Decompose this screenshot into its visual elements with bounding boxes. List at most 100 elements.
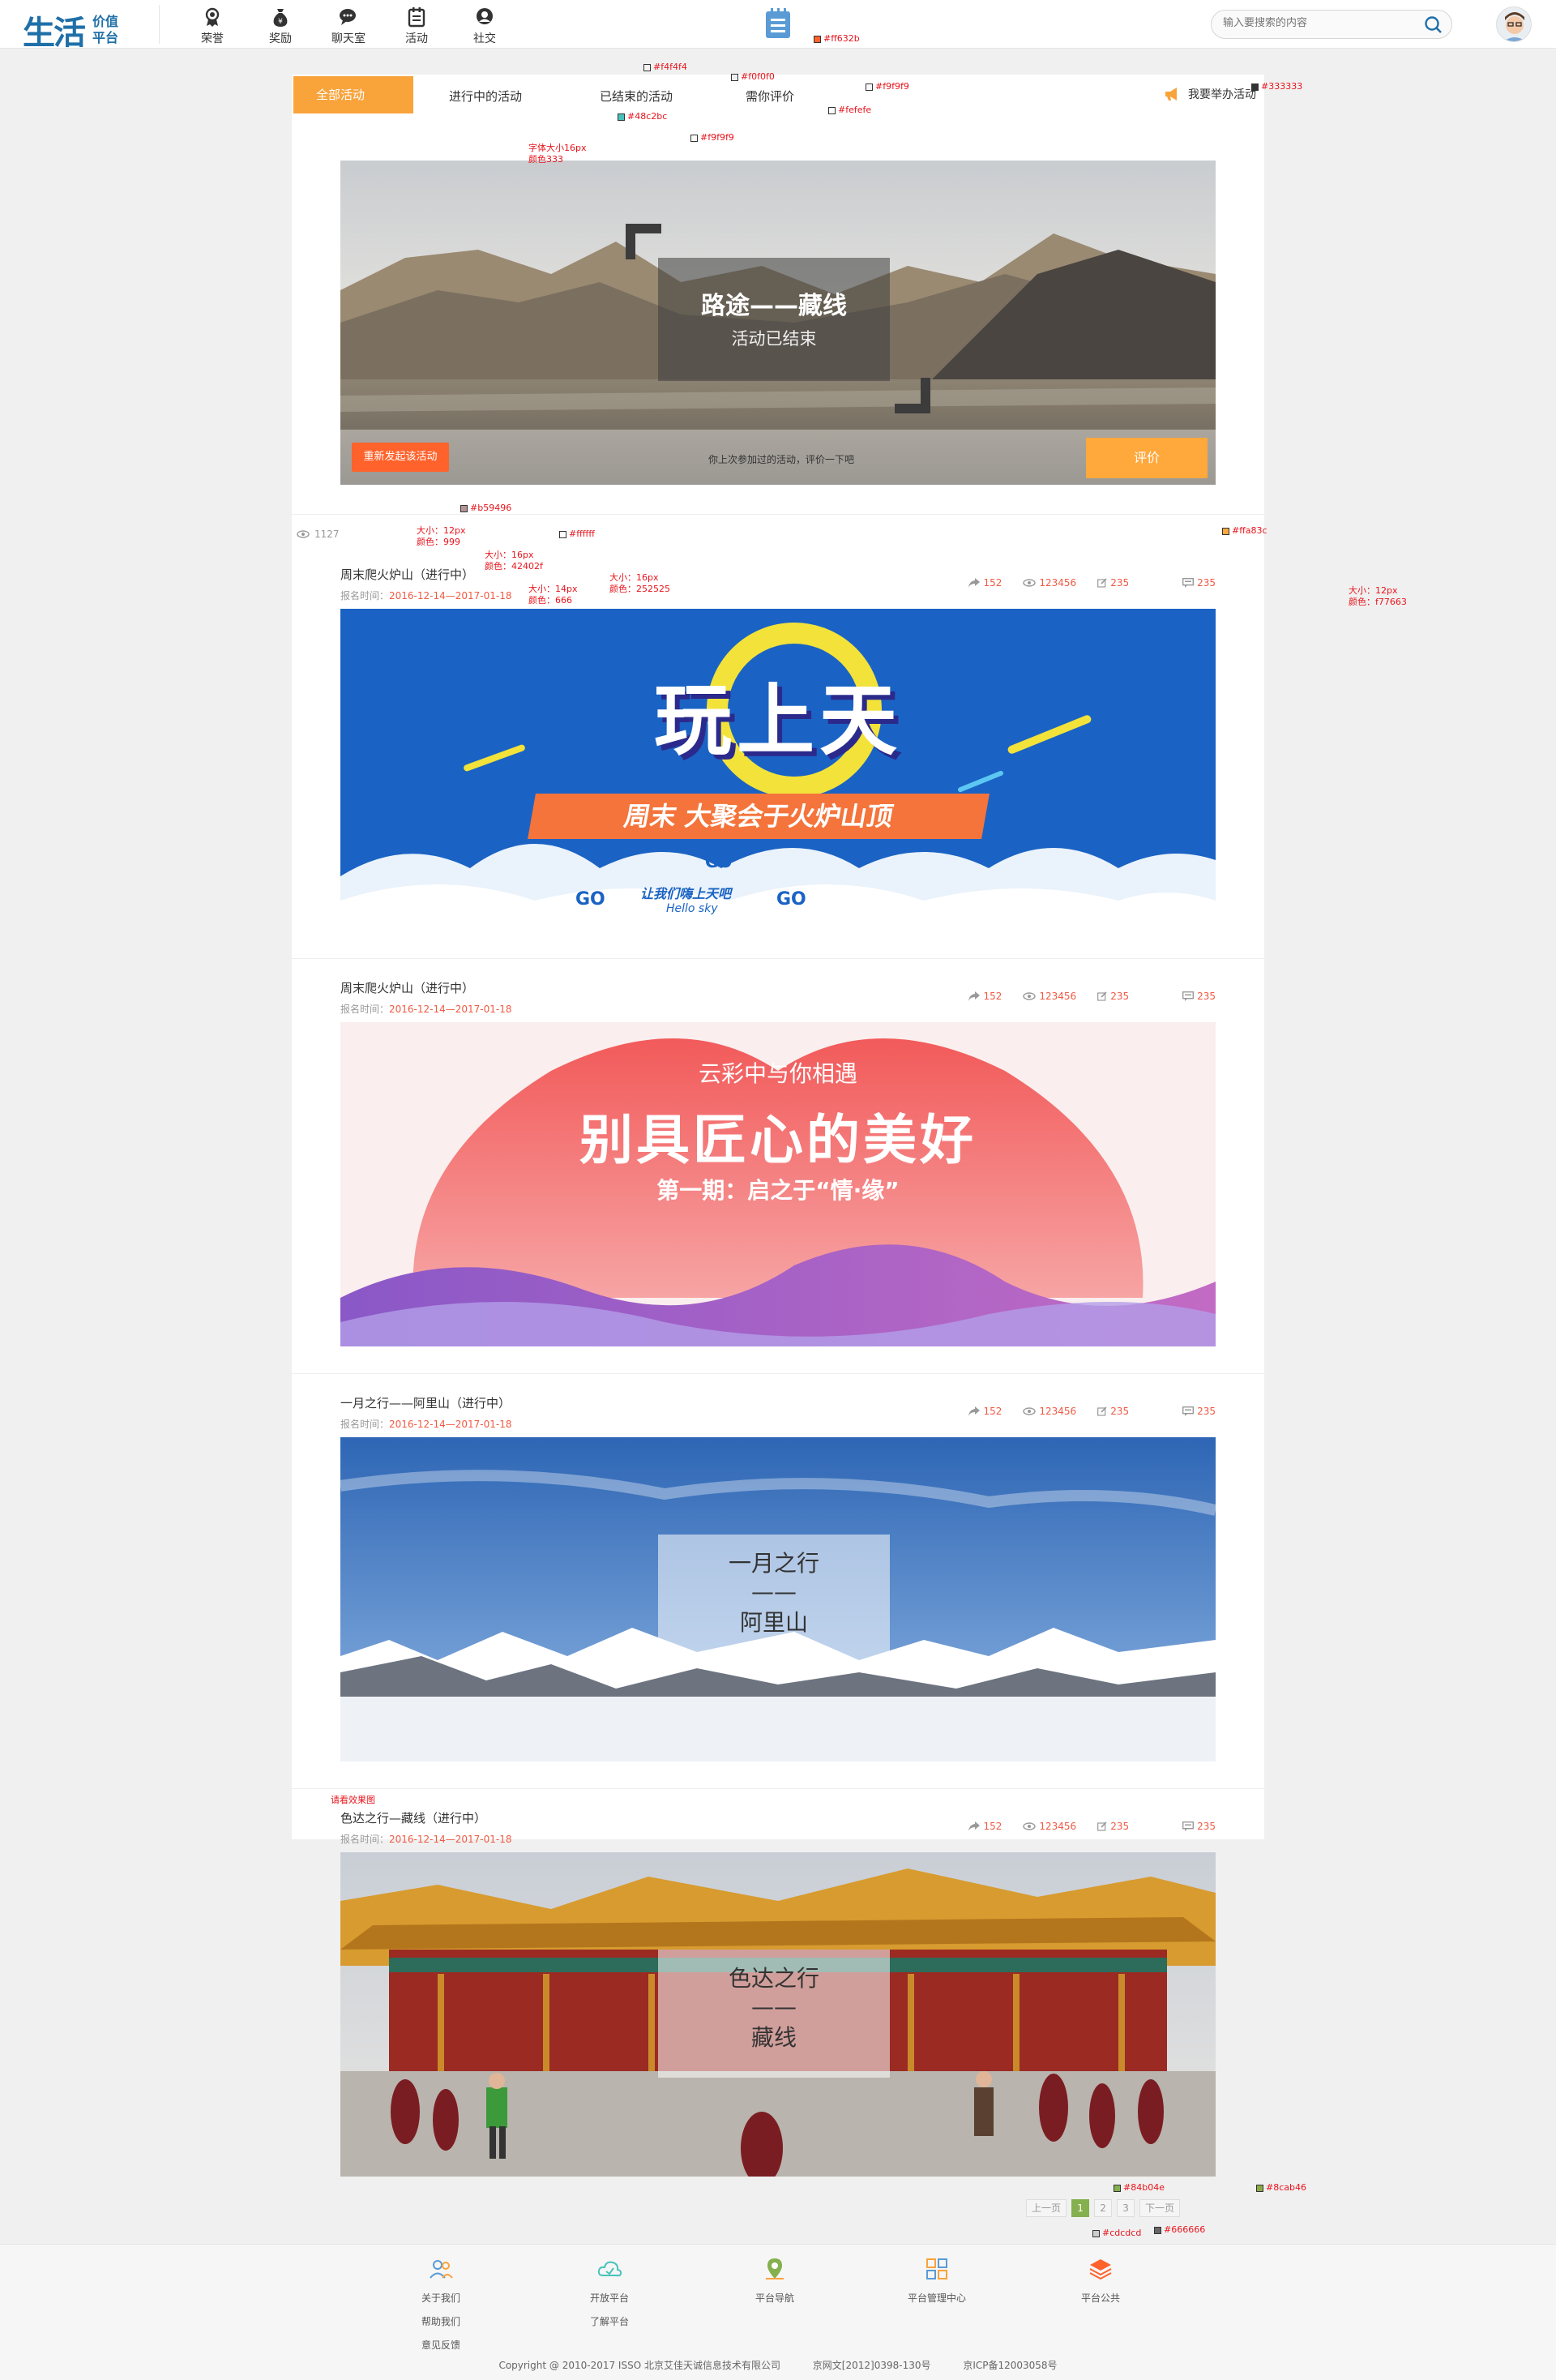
footer-about-title[interactable]: 关于我们 xyxy=(421,2291,460,2305)
page-3[interactable]: 3 xyxy=(1117,2199,1135,2217)
share-stat[interactable]: 152 xyxy=(968,991,1002,1002)
cloud-icon xyxy=(597,2261,622,2277)
repost-activity-button[interactable]: 重新发起该活动 xyxy=(352,443,449,472)
color-swatch xyxy=(460,504,468,512)
footer-admin-title[interactable]: 平台管理中心 xyxy=(908,2291,966,2305)
spec-text: 请看效果图 xyxy=(331,1795,375,1805)
page-1[interactable]: 1 xyxy=(1071,2199,1090,2217)
map-pin-icon xyxy=(766,2258,784,2279)
activity-banner-snow[interactable]: 一月之行 —— 阿里山 xyxy=(340,1437,1216,1761)
activity-title[interactable]: 色达之行—藏线（进行中） xyxy=(340,1809,486,1826)
time-label: 报名时间： xyxy=(340,1004,390,1015)
edit-stat: 235 xyxy=(1097,1406,1129,1417)
spec-text: #b59496 xyxy=(470,503,512,513)
color-swatch xyxy=(731,73,738,81)
tab-all[interactable]: 全部活动 xyxy=(293,76,413,113)
activity-banner-heart[interactable]: 云彩中与你相遇 别具匠心的美好 第一期：启之于“情·缘” xyxy=(340,1022,1216,1346)
nav-item-activity[interactable]: 活动 xyxy=(383,6,451,46)
megaphone-icon xyxy=(1165,88,1177,101)
spec-text: #84b04e xyxy=(1123,2182,1165,2193)
svg-text:¥: ¥ xyxy=(278,18,283,26)
search-input[interactable] xyxy=(1223,17,1417,29)
share-stat[interactable]: 152 xyxy=(968,1406,1002,1417)
featured-action-bar: 重新发起该活动 你上次参加过的活动，评价一下吧 评价 xyxy=(340,430,1216,485)
activity-panel: 全部活动 进行中的活动 已结束的活动 需你评价 我要举办活动 路途——藏线 活动… xyxy=(292,75,1264,1845)
views-count: 123456 xyxy=(1039,991,1077,1002)
footer-col-admin: 平台管理中心 xyxy=(908,2256,966,2305)
footer-link[interactable]: 帮助我们 xyxy=(421,2314,460,2328)
notebook-icon[interactable] xyxy=(763,7,793,40)
comment-stat[interactable]: 235 xyxy=(1182,1406,1216,1417)
share-icon xyxy=(968,1406,981,1416)
footer-link[interactable]: 了解平台 xyxy=(590,2314,629,2328)
share-stat[interactable]: 152 xyxy=(968,1821,1002,1832)
comment-stat[interactable]: 235 xyxy=(1182,577,1216,589)
chat-icon xyxy=(340,9,356,25)
copyright-text: Copyright @ 2010-2017 ISSO 北京艾佳天诚信息技术有限公… xyxy=(498,2360,780,2371)
share-stat[interactable]: 152 xyxy=(968,577,1002,589)
footer-nav-title[interactable]: 平台导航 xyxy=(755,2291,794,2305)
icp-text: 京ICP备12003058号 xyxy=(963,2360,1058,2371)
footer-link[interactable]: 意见反馈 xyxy=(421,2338,460,2352)
time-label: 报名时间： xyxy=(340,590,390,601)
spec-annotation: 颜色：252525 xyxy=(609,582,670,595)
tab-to-rate[interactable]: 需你评价 xyxy=(746,88,794,105)
logo[interactable]: 生活 价值 平台 xyxy=(23,6,118,54)
tab-ongoing[interactable]: 进行中的活动 xyxy=(449,88,522,105)
comment-count: 235 xyxy=(1197,1406,1216,1417)
hold-activity-button[interactable]: 我要举办活动 xyxy=(1164,86,1256,102)
nav-item-reward[interactable]: ¥ 奖励 xyxy=(246,6,314,46)
color-swatch xyxy=(814,35,821,43)
medal-icon xyxy=(205,7,220,27)
page-2[interactable]: 2 xyxy=(1094,2199,1113,2217)
nav-item-honor[interactable]: 荣誉 xyxy=(178,6,246,46)
spec-text: 颜色：f77663 xyxy=(1349,597,1407,607)
time-label: 报名时间： xyxy=(340,1419,390,1430)
comment-count: 235 xyxy=(1197,991,1216,1002)
eye-icon xyxy=(1023,1822,1037,1830)
footer-col-open: 开放平台 了解平台 xyxy=(590,2256,629,2328)
divider xyxy=(292,1373,1264,1374)
next-page-button[interactable]: 下一页 xyxy=(1139,2199,1181,2217)
comment-stat[interactable]: 235 xyxy=(1182,1821,1216,1832)
nav-item-chatroom[interactable]: 聊天室 xyxy=(314,6,383,46)
activity-title[interactable]: 周末爬火炉山（进行中） xyxy=(340,566,474,583)
views-meta: 1127 xyxy=(297,529,340,540)
logo-sub-2: 平台 xyxy=(92,30,119,45)
activity-title[interactable]: 周末爬火炉山（进行中） xyxy=(340,979,474,996)
search-icon[interactable] xyxy=(1424,15,1443,35)
activity-stats: 152 123456 235 235 xyxy=(968,577,1216,589)
activity-banner-temple[interactable]: 色达之行 —— 藏线 xyxy=(340,1852,1216,2177)
nav-item-social[interactable]: 社交 xyxy=(451,6,519,46)
footer-public-title[interactable]: 平台公共 xyxy=(1081,2291,1120,2305)
spec-annotation: 颜色：f77663 xyxy=(1349,595,1407,608)
tab-ended[interactable]: 已结束的活动 xyxy=(600,88,673,105)
time-value: 2016-12-14—2017-01-18 xyxy=(389,1834,512,1845)
snow-title-3: 阿里山 xyxy=(739,1609,808,1636)
featured-banner[interactable]: 路途——藏线 活动已结束 重新发起该活动 你上次参加过的活动，评价一下吧 评价 xyxy=(340,161,1216,485)
comment-stat[interactable]: 235 xyxy=(1182,991,1216,1002)
spec-annotation: 请看效果图 xyxy=(331,1793,375,1806)
rate-button[interactable]: 评价 xyxy=(1086,438,1208,478)
avatar[interactable] xyxy=(1496,6,1532,42)
edit-icon xyxy=(1097,1821,1107,1831)
activity-title[interactable]: 一月之行——阿里山（进行中） xyxy=(340,1394,511,1411)
snow-title-2: —— xyxy=(751,1578,797,1605)
spec-annotation: #ffa83c xyxy=(1222,525,1267,536)
footer-open-title[interactable]: 开放平台 xyxy=(590,2291,629,2305)
color-swatch xyxy=(643,63,651,71)
heart-banner-sub: 第一期：启之于“情·缘” xyxy=(656,1177,900,1204)
spec-text: #ffffff xyxy=(569,529,595,539)
license-text: 京网文[2012]0398-130号 xyxy=(812,2360,931,2371)
spec-text: #f9f9f9 xyxy=(700,132,734,143)
edit-stat: 235 xyxy=(1097,577,1129,589)
activity-banner-play[interactable]: 玩上天 周末 大聚会于火炉山顶 让我们嗨上天吧 Hello sky GO GO … xyxy=(340,609,1216,933)
search-box xyxy=(1211,10,1452,39)
eye-icon xyxy=(1023,1407,1037,1415)
spec-annotation: #f0f0f0 xyxy=(731,71,775,82)
activity-tabs: 全部活动 进行中的活动 已结束的活动 需你评价 我要举办活动 xyxy=(292,75,1264,115)
share-icon xyxy=(968,1821,981,1831)
prev-page-button[interactable]: 上一页 xyxy=(1026,2199,1067,2217)
color-swatch xyxy=(1222,527,1229,535)
spec-annotation: #f9f9f9 xyxy=(690,132,734,143)
